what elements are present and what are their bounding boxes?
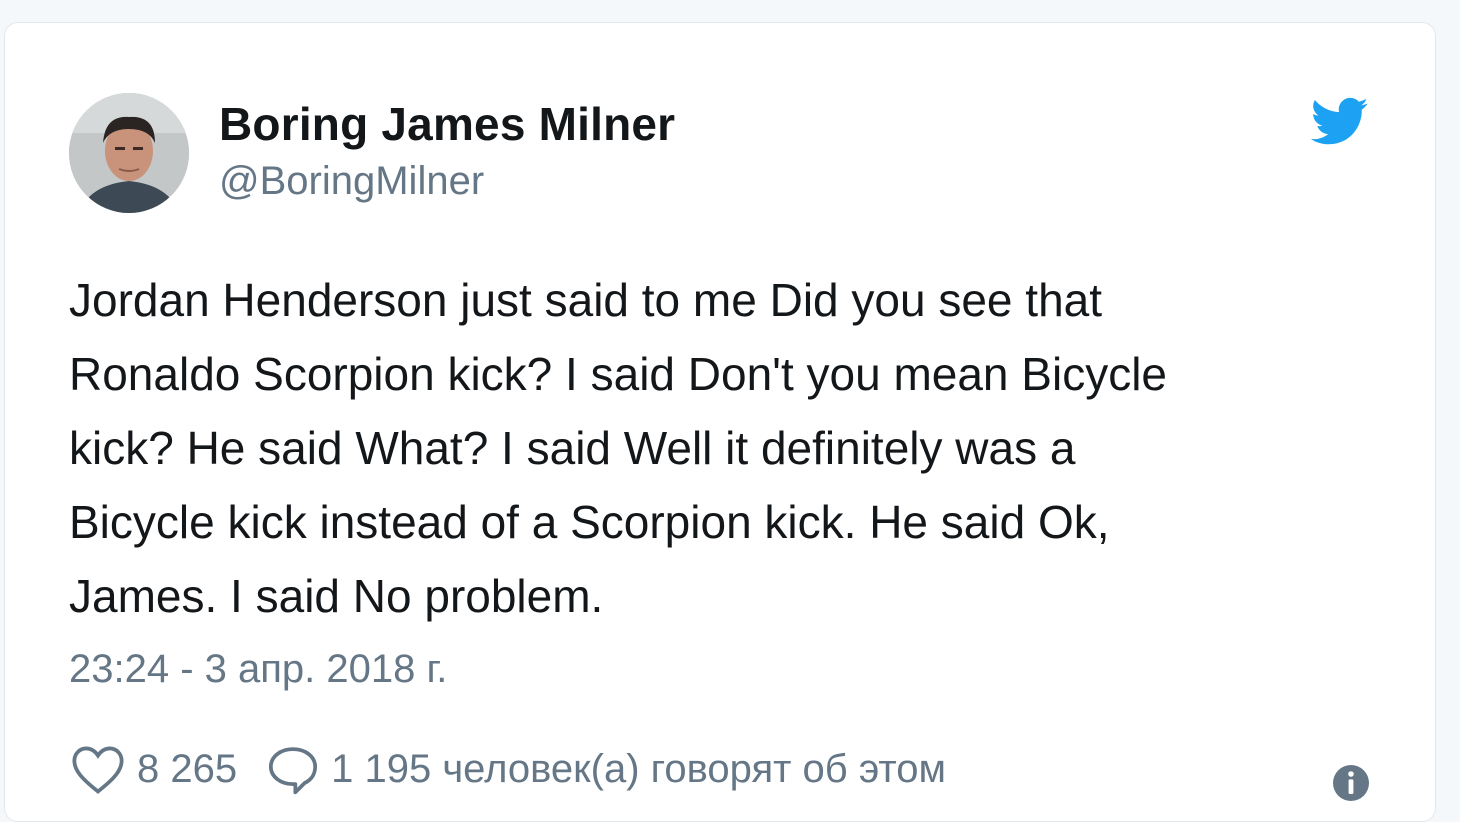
replies-text: 1 195 человек(а) говорят об этом: [331, 746, 946, 791]
tweet-actions: 8 265 1 195 человек(а) говорят об этом: [69, 741, 946, 797]
speech-bubble-icon: [269, 747, 318, 795]
author-name[interactable]: Boring James Milner: [219, 97, 675, 151]
like-button[interactable]: 8 265: [69, 743, 265, 795]
tweet-text: Jordan Henderson just said to me Did you…: [69, 274, 1168, 622]
tweet-card: Boring James Milner @BoringMilner Jordan…: [4, 22, 1436, 822]
heart-icon: [72, 746, 124, 794]
reply-button[interactable]: 1 195 человек(а) говорят об этом: [265, 743, 946, 795]
info-icon[interactable]: [1331, 763, 1371, 803]
tweet-timestamp[interactable]: 23:24 - 3 апр. 2018 г.: [69, 647, 447, 692]
author-handle[interactable]: @BoringMilner: [219, 159, 484, 204]
twitter-bird-icon[interactable]: [1311, 97, 1369, 147]
like-count: 8 265: [137, 746, 238, 791]
avatar[interactable]: [69, 93, 189, 213]
avatar-photo: [69, 93, 189, 213]
